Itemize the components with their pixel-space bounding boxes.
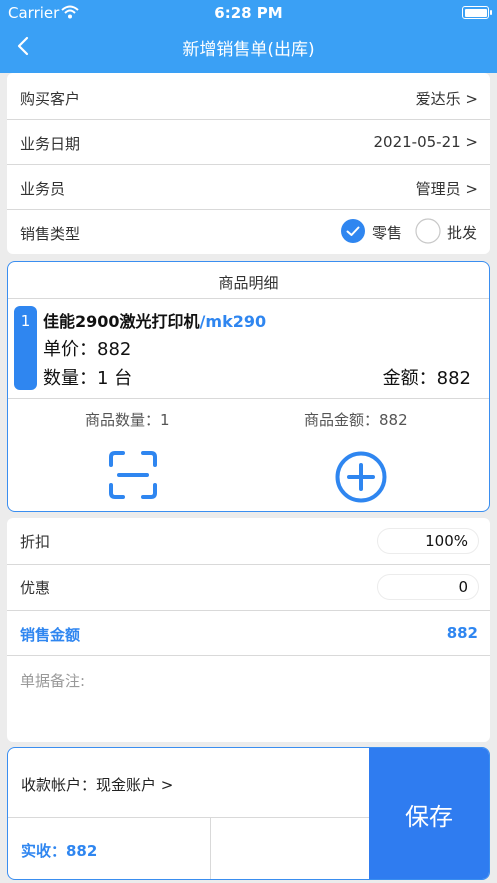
date-label: 业务日期 [20,135,81,153]
add-product-icon[interactable] [335,451,387,503]
salesperson-row[interactable]: 业务员 管理员 > [7,165,490,209]
received-amount: 实收：882 [21,842,98,860]
customer-value[interactable]: 爱达乐 > [416,88,478,109]
item-name-text: 佳能2900激光打印机 [43,312,200,331]
divider [210,818,211,879]
discount-row: 折扣 100% [7,518,490,562]
summary-amount: 商品金额：882 [304,411,408,429]
status-bar: Carrier 6:28 PM [0,0,497,26]
divider [8,298,489,299]
save-button[interactable]: 保存 [369,748,489,879]
scan-icon[interactable] [109,451,157,499]
salesperson-value[interactable]: 管理员 > [416,178,478,199]
offer-label: 优惠 [20,579,51,597]
notes-field[interactable]: 单据备注: [20,670,85,691]
payment-footer: 收款帐户：现金账户 > 实收：882 保存 [7,747,490,880]
salesperson-label: 业务员 [20,180,66,198]
sale-type-label: 销售类型 [20,225,81,243]
customer-row[interactable]: 购买客户 爱达乐 > [7,75,490,119]
pricing-card: 折扣 100% 优惠 0 销售金额 882 单据备注: [7,518,490,742]
offer-row: 优惠 0 [7,564,490,608]
item-code: /mk290 [199,312,267,331]
sales-amount-row: 销售金额 882 [7,611,490,655]
page-title: 新增销售单(出库) [182,40,315,60]
item-index-badge: 1 [14,306,37,390]
item-name: 佳能2900激光打印机/mk290 [43,308,266,332]
empty-circle-icon [415,218,441,244]
divider [8,398,489,399]
item-quantity: 数量：1 台 [43,368,133,389]
sales-amount-label: 销售金额 [20,626,81,644]
product-details-card: 商品明细 1 佳能2900激光打印机/mk290 单价：882 数量：1 台 金… [7,261,490,512]
item-amount: 金额：882 [382,368,471,389]
status-time: 6:28 PM [214,4,283,22]
date-value[interactable]: 2021-05-21 > [373,133,478,151]
divider [7,655,490,656]
customer-label: 购买客户 [20,90,81,108]
summary-quantity: 商品数量：1 [85,411,170,429]
offer-input[interactable]: 0 [377,574,479,600]
divider [8,817,370,818]
check-circle-icon [341,219,365,243]
item-price: 单价：882 [43,339,132,360]
sale-type-row: 销售类型 零售 批发 [7,210,490,254]
details-title: 商品明细 [218,274,279,292]
radio-wholesale-label: 批发 [447,224,478,242]
discount-label: 折扣 [20,533,51,551]
discount-input[interactable]: 100% [377,528,479,554]
sales-amount-value: 882 [446,624,478,642]
payment-account[interactable]: 收款帐户：现金账户 > [21,774,173,795]
date-row[interactable]: 业务日期 2021-05-21 > [7,120,490,164]
battery-icon [462,6,492,19]
radio-retail-label: 零售 [372,224,403,242]
app-header: Carrier 6:28 PM 新增销售单(出库) [0,0,497,73]
